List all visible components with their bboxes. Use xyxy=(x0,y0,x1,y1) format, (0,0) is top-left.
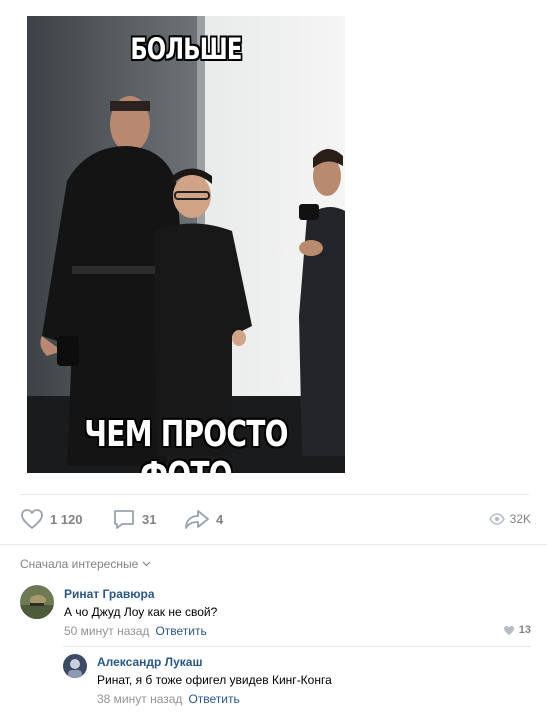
comment-like-button[interactable]: 13 xyxy=(503,624,531,636)
eye-icon xyxy=(488,513,505,525)
heart-icon xyxy=(503,625,514,635)
like-count: 1 120 xyxy=(50,511,83,527)
sort-label: Сначала интересные xyxy=(20,557,139,571)
comment-button[interactable]: 31 xyxy=(112,506,156,532)
comments-divider xyxy=(0,544,547,545)
photo-illustration xyxy=(27,16,345,473)
avatar[interactable] xyxy=(63,654,87,678)
comment-time[interactable]: 50 минут назад xyxy=(64,624,149,638)
share-button[interactable]: 4 xyxy=(184,506,223,532)
reply-button[interactable]: Ответить xyxy=(155,624,206,638)
comment-text: А чо Джуд Лоу как не свой? xyxy=(64,605,218,619)
comment-author[interactable]: Ринат Гравюра xyxy=(64,587,155,601)
comment-meta: 50 минут назад Ответить xyxy=(64,624,207,638)
comment-meta: 38 минут назад Ответить xyxy=(97,692,240,706)
share-icon xyxy=(185,510,209,529)
views-count: 32K xyxy=(509,512,531,526)
share-count: 4 xyxy=(216,511,224,527)
chevron-down-icon xyxy=(142,561,151,567)
views-counter: 32K xyxy=(488,506,531,532)
heart-icon xyxy=(21,509,43,529)
post-photo[interactable]: БОЛЬШЕ ЧЕМ ПРОСТО ФОТО xyxy=(27,16,345,473)
reply-divider xyxy=(63,646,531,647)
avatar[interactable] xyxy=(20,585,54,619)
reply-button[interactable]: Ответить xyxy=(188,692,239,706)
meme-bottom-caption: ЧЕМ ПРОСТО ФОТО xyxy=(84,414,288,473)
post-actions-bar: 1 120 31 4 32K xyxy=(20,506,531,532)
comment-time[interactable]: 38 минут назад xyxy=(97,692,182,706)
comment-like-count: 13 xyxy=(518,624,531,636)
comment-count: 31 xyxy=(142,511,157,527)
like-button[interactable]: 1 120 xyxy=(20,506,83,532)
comment-icon xyxy=(114,510,134,529)
post-divider xyxy=(20,494,529,495)
comment-text: Ринат, я б тоже офигел увидев Кинг-Конга xyxy=(97,673,332,687)
comment-author[interactable]: Александр Лукаш xyxy=(97,655,202,669)
meme-top-caption: БОЛЬШЕ xyxy=(130,32,242,66)
comments-sort-dropdown[interactable]: Сначала интересные xyxy=(20,557,151,571)
